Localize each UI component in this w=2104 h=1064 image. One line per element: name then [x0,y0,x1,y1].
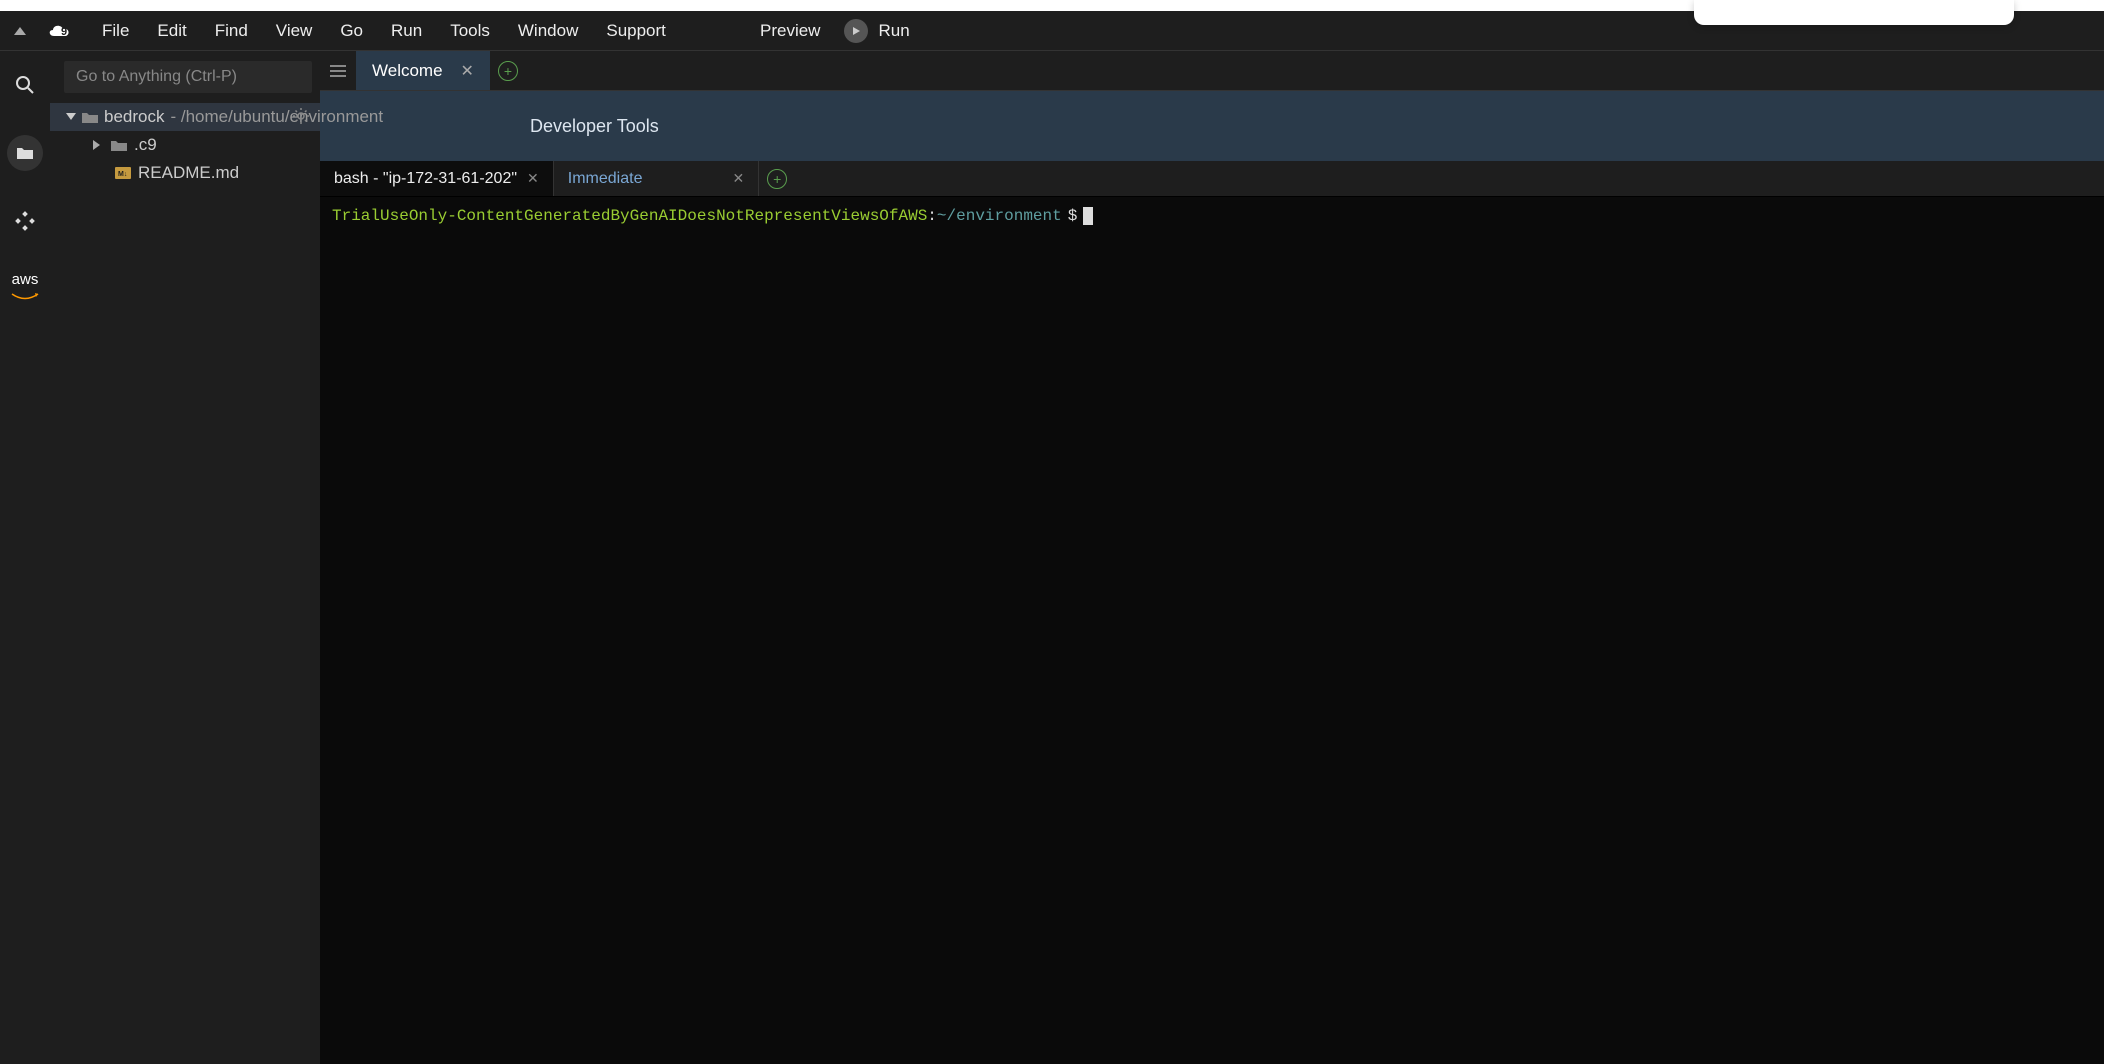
run-label: Run [878,21,909,41]
notification-popup [1694,0,2014,25]
tree-item-label: .c9 [134,135,157,155]
plus-circle-icon: + [498,61,518,81]
tree-item-label: README.md [138,163,239,183]
files-rail-button[interactable] [7,135,43,171]
terminal-path: ~/environment [937,205,1062,227]
menu-find[interactable]: Find [203,15,260,47]
markdown-file-icon: M↓ [114,167,132,179]
menu-go[interactable]: Go [328,15,375,47]
menu-window[interactable]: Window [506,15,590,47]
terminal-body[interactable]: TrialUseOnly-ContentGeneratedByGenAIDoes… [320,197,2104,1064]
menubar-left: 9 File Edit Find View Go Run Tools Windo… [10,15,678,47]
close-tab-button[interactable]: ✕ [461,61,474,81]
menu-tools[interactable]: Tools [438,15,502,47]
body-area: aws Go to Anything (Ctrl-P) [0,51,2104,1064]
tree-file-readme[interactable]: M↓ README.md [50,159,320,187]
terminal-cursor [1083,207,1093,225]
svg-text:9: 9 [61,26,67,38]
preview-button[interactable]: Preview [760,21,820,41]
source-control-rail-button[interactable] [7,203,43,239]
terminal-tab-label: Immediate [568,170,643,188]
tree-root-name: bedrock [104,107,164,127]
sidebar-settings-button[interactable] [292,107,310,130]
search-rail-button[interactable] [7,67,43,103]
menu-view[interactable]: View [264,15,325,47]
run-play-icon [844,19,868,43]
tree-root-path: - /home/ubuntu/environment [170,107,383,127]
tree-folder-c9[interactable]: .c9 [50,131,320,159]
add-terminal-tab-button[interactable]: + [759,161,795,196]
editor-tab-label: Welcome [372,61,443,81]
terminal-tab-immediate[interactable]: Immediate ✕ [554,161,759,196]
editor-tabs: Welcome ✕ + [320,51,2104,91]
goto-anything-input[interactable]: Go to Anything (Ctrl-P) [64,61,312,93]
menu-file[interactable]: File [90,15,141,47]
hamburger-icon [330,65,346,77]
svg-text:M↓: M↓ [118,171,127,178]
folder-icon [82,111,98,124]
terminal-colon: : [927,205,937,227]
search-icon [15,75,35,95]
triangle-up-icon [14,27,26,35]
add-editor-tab-button[interactable]: + [490,51,526,90]
terminal-user: TrialUseOnly-ContentGeneratedByGenAIDoes… [332,205,927,227]
file-tree: bedrock - /home/ubuntu/environment .c9 M… [50,99,320,1064]
tree-root-folder[interactable]: bedrock - /home/ubuntu/environment [50,103,320,131]
terminal-tab-label: bash - "ip-172-31-61-202" [334,170,517,188]
caret-down-icon [66,113,76,121]
plus-circle-icon: + [767,169,787,189]
goto-placeholder: Go to Anything (Ctrl-P) [76,68,237,86]
close-terminal-tab-button[interactable]: ✕ [732,170,744,187]
menubar-center: Preview Run [760,19,910,43]
cloud9-logo-icon[interactable]: 9 [46,21,74,41]
menu-run[interactable]: Run [379,15,434,47]
ide-app: 9 File Edit Find View Go Run Tools Windo… [0,11,2104,1064]
editor-tab-welcome[interactable]: Welcome ✕ [356,51,490,90]
devtools-title: Developer Tools [530,116,659,137]
developer-tools-banner: Developer Tools [320,91,2104,161]
tab-list-button[interactable] [320,51,356,90]
file-tree-sidebar: Go to Anything (Ctrl-P) bedrock - /home/… [50,51,320,1064]
git-icon [15,211,35,231]
folder-icon [16,145,34,161]
terminal-prompt-line: TrialUseOnly-ContentGeneratedByGenAIDoes… [332,205,2092,227]
caret-right-icon [90,140,104,150]
left-rail: aws [0,51,50,1064]
terminal-dollar: $ [1068,205,1078,227]
menu-support[interactable]: Support [594,15,678,47]
gear-icon [292,107,310,125]
collapse-menubar-button[interactable] [10,21,30,41]
menu-edit[interactable]: Edit [145,15,198,47]
terminal-tabs: bash - "ip-172-31-61-202" ✕ Immediate ✕ … [320,161,2104,197]
main-area: Welcome ✕ + Developer Tools bash - "ip-1… [320,51,2104,1064]
run-button-group[interactable]: Run [844,19,909,43]
terminal-tab-bash[interactable]: bash - "ip-172-31-61-202" ✕ [320,161,554,196]
aws-smile-icon [11,293,39,301]
aws-rail-button[interactable]: aws [11,271,39,305]
close-terminal-tab-button[interactable]: ✕ [527,170,539,187]
folder-icon [110,139,128,152]
aws-label: aws [11,271,39,288]
